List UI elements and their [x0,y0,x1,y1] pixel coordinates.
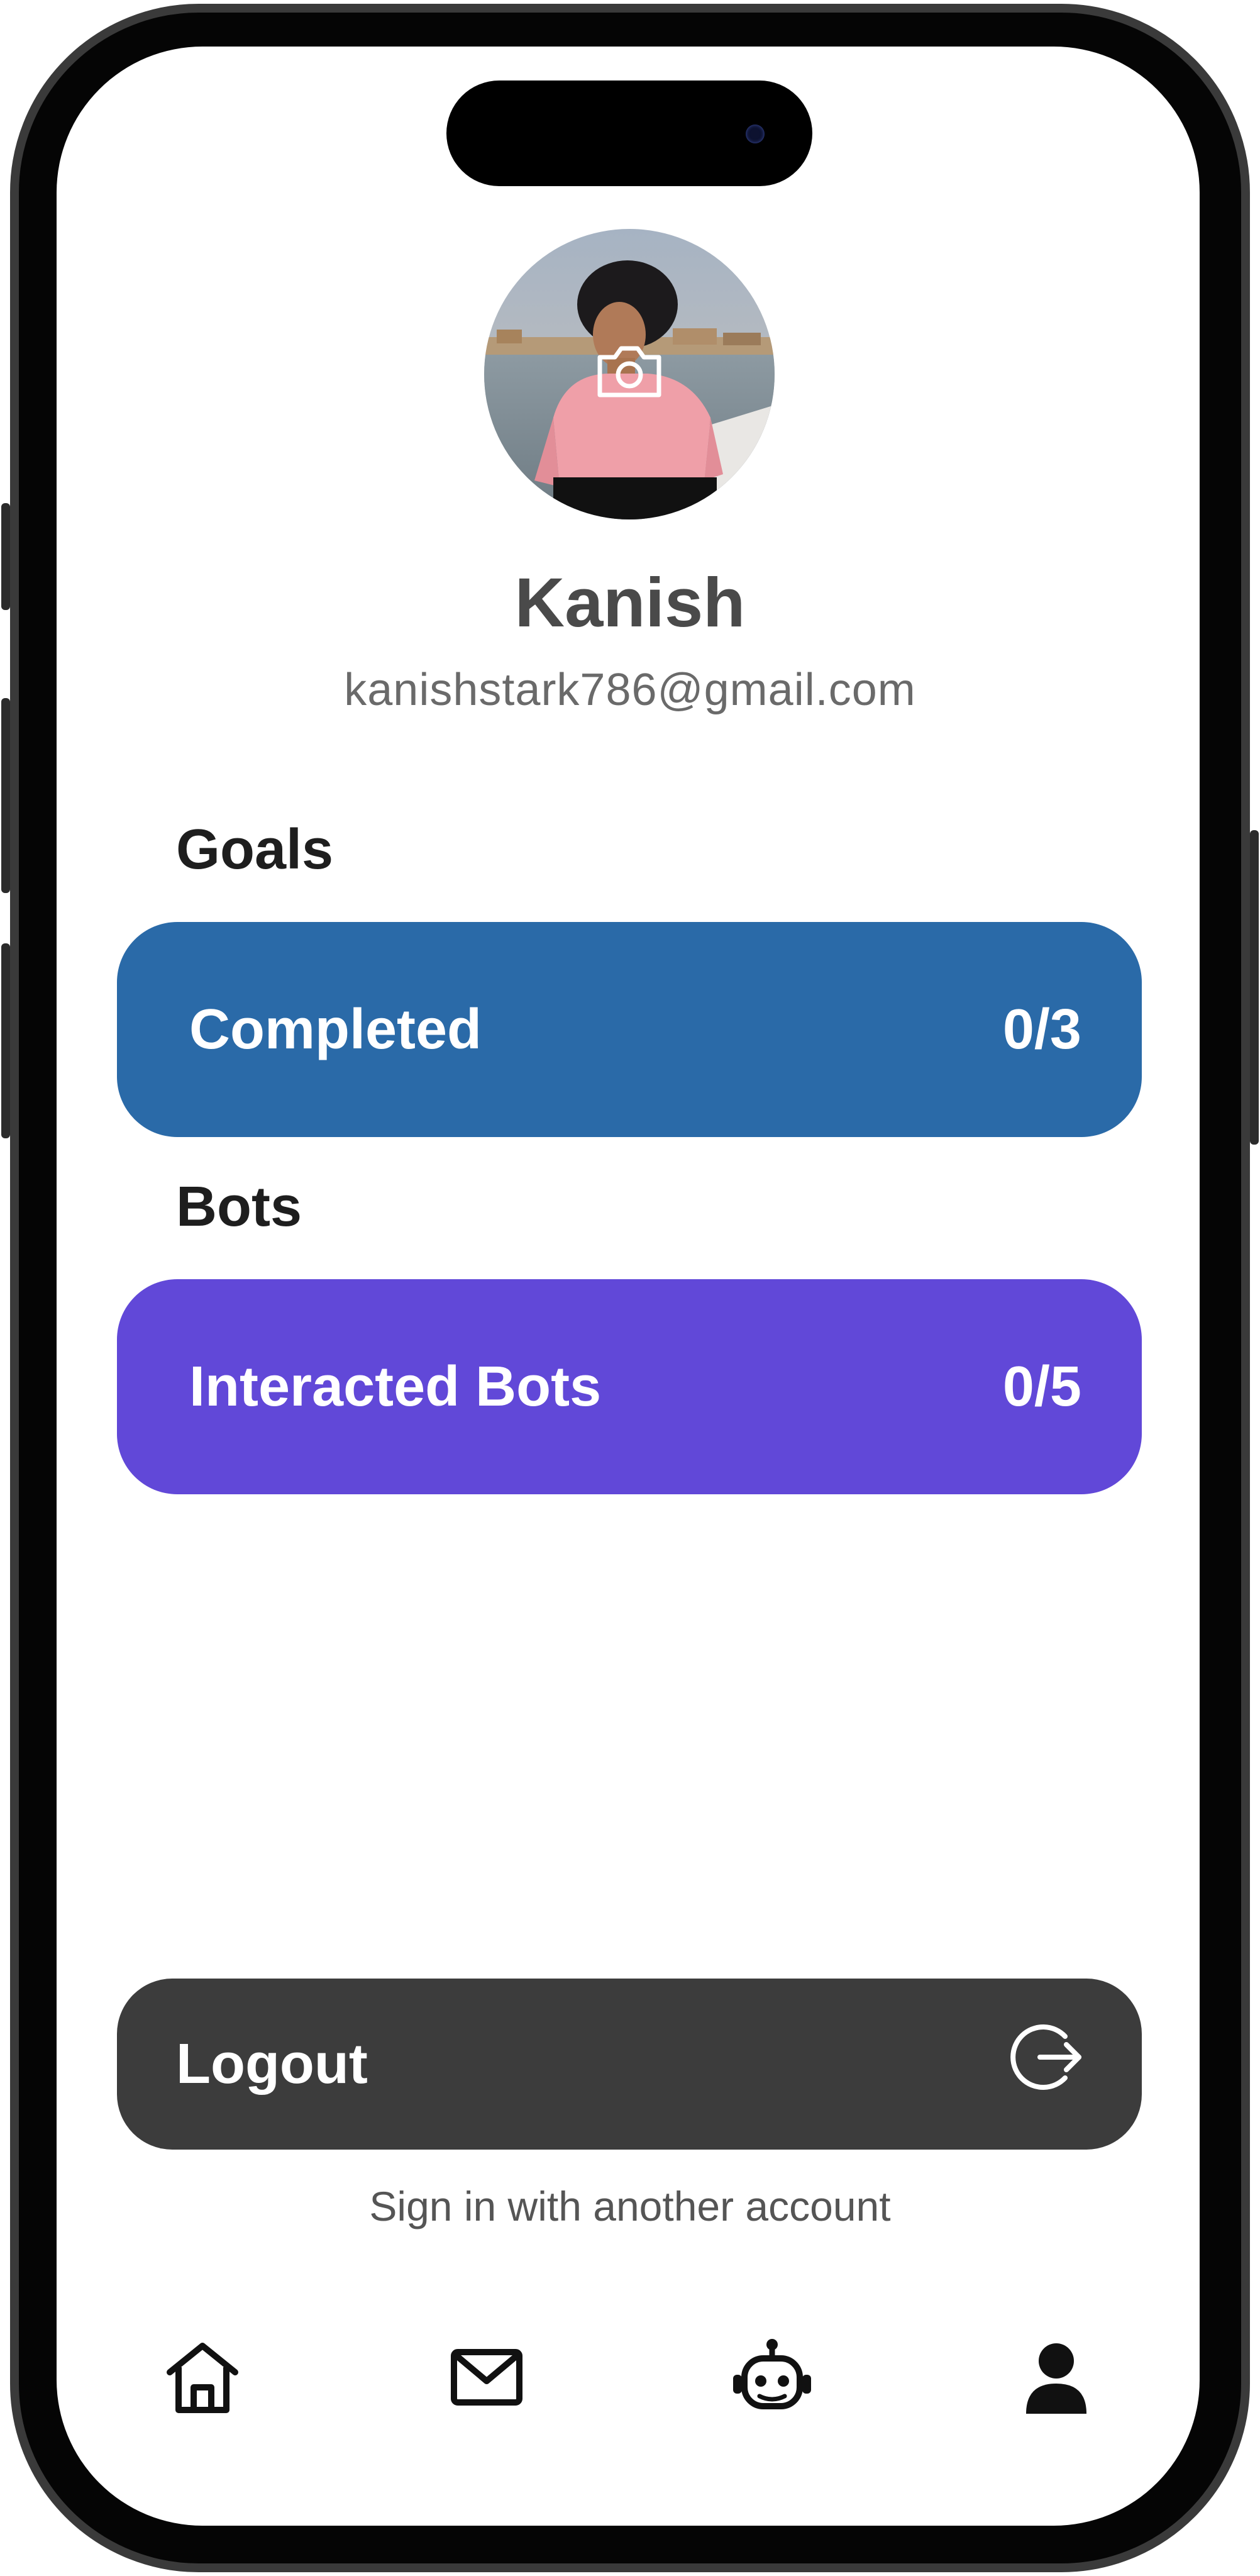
interacted-bots-value: 0/5 [1002,1355,1081,1418]
profile-icon [1026,2343,1086,2414]
goals-completed-card[interactable]: Completed 0/3 [117,922,1142,1137]
mail-icon [451,2349,522,2406]
logout-label: Logout [176,2032,368,2096]
sign-in-another-account-link[interactable]: Sign in with another account [0,2182,1260,2230]
power-button [1250,830,1259,1145]
goals-heading: Goals [176,818,334,881]
volume-down-button [1,943,10,1138]
goals-completed-label: Completed [189,997,482,1061]
nav-messages[interactable] [443,2333,531,2421]
interacted-bots-label: Interacted Bots [189,1355,602,1418]
volume-up-button [1,698,10,893]
nav-bots[interactable] [728,2333,816,2421]
nav-home[interactable] [158,2333,246,2421]
home-icon [167,2343,238,2413]
bot-icon [733,2339,811,2409]
front-camera [746,125,765,143]
bots-heading: Bots [176,1175,302,1238]
nav-profile[interactable] [1012,2333,1100,2421]
camera-icon[interactable] [595,343,664,400]
profile-email: kanishstark786@gmail.com [344,665,916,715]
goals-completed-value: 0/3 [1002,997,1081,1061]
interacted-bots-card[interactable]: Interacted Bots 0/5 [117,1279,1142,1494]
logout-button[interactable]: Logout [117,1979,1142,2150]
dynamic-island [446,80,812,186]
bottom-nav [0,2333,1260,2421]
logout-icon [1009,2018,1088,2111]
profile-name: Kanish [514,564,746,641]
